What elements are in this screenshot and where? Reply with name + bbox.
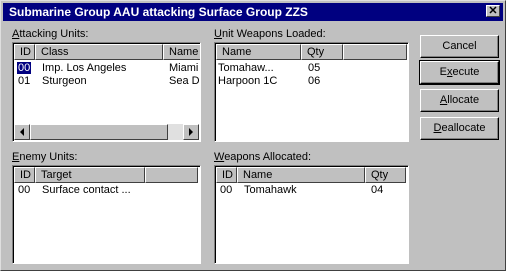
cancel-button[interactable]: Cancel (420, 35, 499, 58)
allocate-button[interactable]: Allocate (420, 89, 499, 112)
deallocate-button[interactable]: Deallocate (420, 117, 499, 140)
row-id-cell: 01 (18, 75, 31, 87)
column-header-filler (145, 167, 198, 183)
enemy-units-label: Enemy Units: (12, 151, 78, 163)
column-header-id[interactable]: ID (14, 167, 35, 183)
column-header-name[interactable]: Name (237, 167, 365, 183)
row-name-cell: Tomahaw... (218, 62, 274, 74)
row-target-cell: Surface contact ... (42, 184, 131, 196)
column-header-name[interactable]: Name (216, 44, 301, 60)
unit-weapons-loaded-list[interactable]: Name Qty Tomahaw... 05 Harpoon 1C 06 (214, 42, 409, 142)
row-qty-cell: 05 (308, 62, 321, 74)
row-name-cell: Tomahawk (244, 184, 297, 196)
column-header-qty[interactable]: Qty (365, 167, 406, 183)
row-name-cell: Miami (169, 62, 199, 74)
row-id-cell: 00 (220, 184, 233, 196)
row-name-cell: Sea D (169, 75, 199, 87)
row-id-cell: 00 (17, 62, 32, 75)
dialog-window: Submarine Group AAU attacking Surface Gr… (0, 0, 506, 271)
column-header-target[interactable]: Target (35, 167, 145, 183)
arrow-left-icon (20, 128, 24, 136)
attacking-units-label: Attacking Units: (12, 28, 89, 40)
close-button[interactable]: ✕ (486, 5, 500, 17)
weapons-allocated-list[interactable]: ID Name Qty 00 Tomahawk 04 (214, 165, 409, 264)
horizontal-scrollbar[interactable] (14, 124, 199, 140)
weapons-allocated-label: Weapons Allocated: (214, 151, 312, 163)
attacking-units-list[interactable]: ID Class Name 00 Imp. Los Angeles Miami … (12, 42, 201, 142)
column-header-class[interactable]: Class (35, 44, 163, 60)
enemy-units-list[interactable]: ID Target 00 Surface contact ... (12, 165, 201, 264)
scroll-left-button[interactable] (14, 124, 30, 140)
row-qty-cell: 04 (371, 184, 384, 196)
window-title: Submarine Group AAU attacking Surface Gr… (9, 5, 308, 19)
column-header-id[interactable]: ID (14, 44, 35, 60)
row-class-cell: Sturgeon (42, 75, 87, 87)
close-icon: ✕ (488, 5, 498, 17)
title-bar[interactable]: Submarine Group AAU attacking Surface Gr… (3, 3, 503, 21)
row-qty-cell: 06 (308, 75, 321, 87)
column-header-id[interactable]: ID (216, 167, 237, 183)
scroll-thumb[interactable] (30, 124, 168, 140)
unit-weapons-loaded-label: Unit Weapons Loaded: (214, 28, 326, 40)
row-id-cell: 00 (18, 184, 31, 196)
column-header-qty[interactable]: Qty (301, 44, 343, 60)
column-header-name[interactable]: Name (163, 44, 200, 60)
row-name-cell: Harpoon 1C (218, 75, 278, 87)
execute-button[interactable]: Execute (419, 60, 500, 85)
arrow-right-icon (189, 128, 193, 136)
scroll-right-button[interactable] (183, 124, 199, 140)
row-class-cell: Imp. Los Angeles (42, 62, 127, 74)
column-header-filler (343, 44, 407, 60)
